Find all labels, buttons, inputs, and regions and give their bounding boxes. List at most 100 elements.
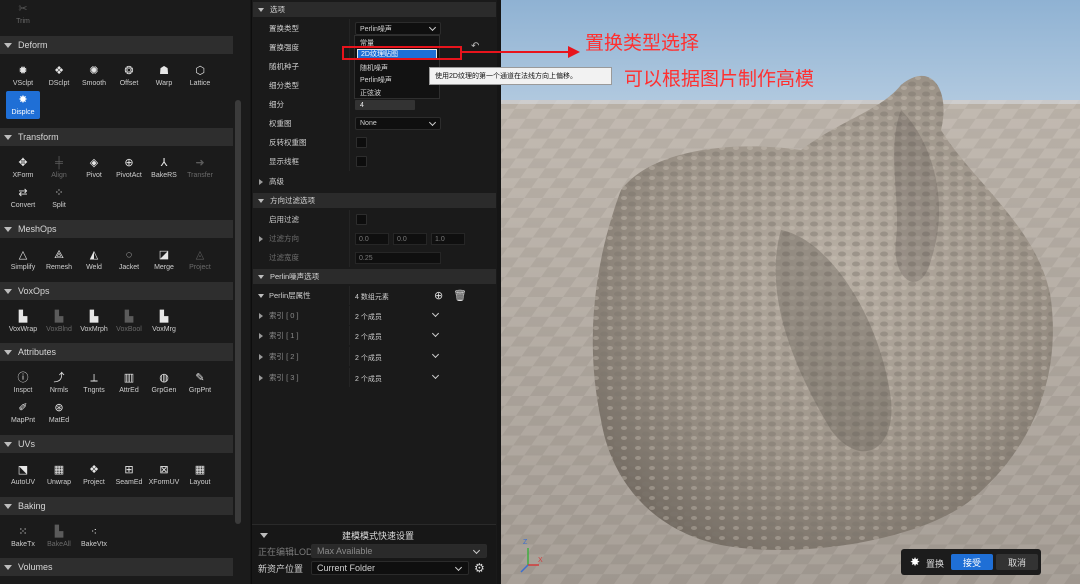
prop-label: 过滤方向 xyxy=(269,234,299,243)
chevron-down-icon[interactable] xyxy=(431,329,440,338)
chevron-down-icon[interactable] xyxy=(431,350,440,359)
tool-dsclpt[interactable]: ❖ DSclpt xyxy=(42,62,76,90)
index-row-1[interactable]: 索引 [ 1 ] 2 个成员 xyxy=(253,326,496,345)
tool-weld[interactable]: ◭ Weld xyxy=(77,246,111,274)
tool-xformuv[interactable]: ⊠ XFormUV xyxy=(147,461,181,489)
tool-tngnts[interactable]: ⟂ Tngnts xyxy=(77,369,111,397)
tool-attred[interactable]: ▥ AttrEd xyxy=(112,369,146,397)
subdiv-slider[interactable]: 4 xyxy=(355,100,415,110)
prop-filter-width: 过滤宽度 0.25 xyxy=(253,248,496,267)
tool-label: Tngnts xyxy=(83,387,105,394)
category-baking[interactable]: Baking xyxy=(0,497,233,515)
tool-lattice[interactable]: ⬡ Lattice xyxy=(183,62,217,90)
category-transform[interactable]: Transform xyxy=(0,128,233,146)
filter-width-field[interactable]: 0.25 xyxy=(355,252,441,264)
category-attributes[interactable]: Attributes xyxy=(0,343,233,361)
tool-merge[interactable]: ◪ Merge xyxy=(147,246,181,274)
tool-mappnt[interactable]: ✐ MapPnt xyxy=(6,399,40,427)
add-element-icon[interactable]: ⊕ xyxy=(434,289,443,302)
category-voxops[interactable]: VoxOps xyxy=(0,282,233,300)
tool-bakevtx[interactable]: ⁖ BakeVtx xyxy=(77,523,111,551)
chevron-down-icon[interactable] xyxy=(431,371,440,380)
tool-vsclpt[interactable]: ✹ VSclpt xyxy=(6,62,40,90)
quick-settings-header[interactable]: 建模模式快速设置 xyxy=(252,527,496,543)
tool-pivotact[interactable]: ⊕ PivotAct xyxy=(112,154,146,182)
tool-align[interactable]: ╪ Align xyxy=(42,154,76,182)
section-perlin[interactable]: Perlin噪声选项 xyxy=(253,269,496,284)
section-dir-filter[interactable]: 方向过滤选项 xyxy=(253,193,496,208)
category-uvs[interactable]: UVs xyxy=(0,435,233,453)
option-sine-wave[interactable]: 正弦波 xyxy=(357,88,437,98)
tool-seamed[interactable]: ⊞ SeamEd xyxy=(112,461,146,489)
tangents-icon: ⟂ xyxy=(90,372,98,384)
tool-label: Offset xyxy=(119,80,139,87)
tool-trim[interactable]: ✂ Trim xyxy=(6,0,40,28)
tool-layout[interactable]: ▦ Layout xyxy=(183,461,217,489)
asset-location-combo[interactable]: Current Folder xyxy=(311,561,469,575)
tool-mated[interactable]: ⊛ MatEd xyxy=(42,399,76,427)
tool-smooth[interactable]: ✺ Smooth xyxy=(77,62,111,90)
tool-grppnt[interactable]: ✎ GrpPnt xyxy=(183,369,217,397)
tool-displace[interactable]: ✸ Displce xyxy=(6,91,40,119)
prop-filter-direction: 过滤方向 0.0 0.0 1.0 xyxy=(253,229,496,248)
trash-icon[interactable]: 🗑 xyxy=(453,289,467,302)
category-title: MeshOps xyxy=(18,224,57,234)
tool-voxbool[interactable]: ▙ VoxBool xyxy=(112,308,146,336)
tool-transfer[interactable]: ➜ Transfer xyxy=(183,154,217,182)
advanced-row[interactable]: 高级 xyxy=(253,172,496,191)
tool-pivot[interactable]: ◈ Pivot xyxy=(77,154,111,182)
index-row-0[interactable]: 索引 [ 0 ] 2 个成员 xyxy=(253,306,496,325)
tool-unwrap[interactable]: ▦ Unwrap xyxy=(42,461,76,489)
tool-convert[interactable]: ⇄ Convert xyxy=(6,184,40,212)
option-random-noise[interactable]: 随机噪声 xyxy=(357,63,437,73)
expand-icon xyxy=(259,236,263,242)
tool-offset[interactable]: ❂ Offset xyxy=(112,62,146,90)
accept-button[interactable]: 接受 xyxy=(951,554,993,570)
tool-voxmrph[interactable]: ▙ VoxMrph xyxy=(77,308,111,336)
tool-baketx[interactable]: ⁙ BakeTx xyxy=(6,523,40,551)
expand-icon xyxy=(259,179,263,185)
option-perlin-noise[interactable]: Perlin噪声 xyxy=(357,75,437,85)
tool-remesh[interactable]: ⟁ Remesh xyxy=(42,246,76,274)
category-meshops[interactable]: MeshOps xyxy=(0,220,233,238)
enable-filter-checkbox[interactable] xyxy=(356,214,367,225)
tool-project-uv[interactable]: ❖ Project xyxy=(77,461,111,489)
category-deform[interactable]: Deform xyxy=(0,36,233,54)
tool-xform[interactable]: ✥ XForm xyxy=(6,154,40,182)
invert-weight-checkbox[interactable] xyxy=(356,137,367,148)
expand-icon xyxy=(258,274,264,279)
tool-nrmls[interactable]: ⤴ Nrmls xyxy=(42,369,76,397)
tool-voxmrg[interactable]: ▙ VoxMrg xyxy=(147,308,181,336)
column-divider xyxy=(349,286,350,305)
displace-type-combo[interactable]: Perlin噪声 xyxy=(355,22,441,35)
asset-value: Current Folder xyxy=(317,563,376,573)
tool-project[interactable]: ◬ Project xyxy=(183,246,217,274)
tool-voxblnd[interactable]: ▙ VoxBlnd xyxy=(42,308,76,336)
index-row-2[interactable]: 索引 [ 2 ] 2 个成员 xyxy=(253,347,496,366)
tool-bakers[interactable]: ⅄ BakeRS xyxy=(147,154,181,182)
filter-dir-y[interactable]: 0.0 xyxy=(393,233,427,245)
tool-grpgen[interactable]: ◍ GrpGen xyxy=(147,369,181,397)
tool-jacket[interactable]: ◌ Jacket xyxy=(112,246,146,274)
palette-scrollbar[interactable] xyxy=(235,100,241,524)
category-volumes[interactable]: Volumes xyxy=(0,558,233,576)
tool-bakeall[interactable]: ▙ BakeAll xyxy=(42,523,76,551)
tool-label: Transfer xyxy=(187,172,213,179)
gear-icon[interactable]: ⚙ xyxy=(474,561,485,575)
show-wire-checkbox[interactable] xyxy=(356,156,367,167)
tool-label: VSclpt xyxy=(12,80,34,87)
filter-dir-z[interactable]: 1.0 xyxy=(431,233,465,245)
index-row-3[interactable]: 索引 [ 3 ] 2 个成员 xyxy=(253,368,496,387)
lod-combo[interactable]: Max Available xyxy=(311,544,487,558)
chevron-down-icon[interactable] xyxy=(431,309,440,318)
tool-simplify[interactable]: △ Simplify xyxy=(6,246,40,274)
tool-inspct[interactable]: ⓘ Inspct xyxy=(6,369,40,397)
section-options[interactable]: 选项 xyxy=(253,2,496,17)
cancel-button[interactable]: 取消 xyxy=(996,554,1038,570)
weight-map-combo[interactable]: None xyxy=(355,117,441,130)
tool-autouv[interactable]: ⬔ AutoUV xyxy=(6,461,40,489)
tool-voxwrap[interactable]: ▙ VoxWrap xyxy=(6,308,40,336)
tool-warp[interactable]: ☗ Warp xyxy=(147,62,181,90)
filter-dir-x[interactable]: 0.0 xyxy=(355,233,389,245)
tool-split[interactable]: ⁘ Split xyxy=(42,184,76,212)
